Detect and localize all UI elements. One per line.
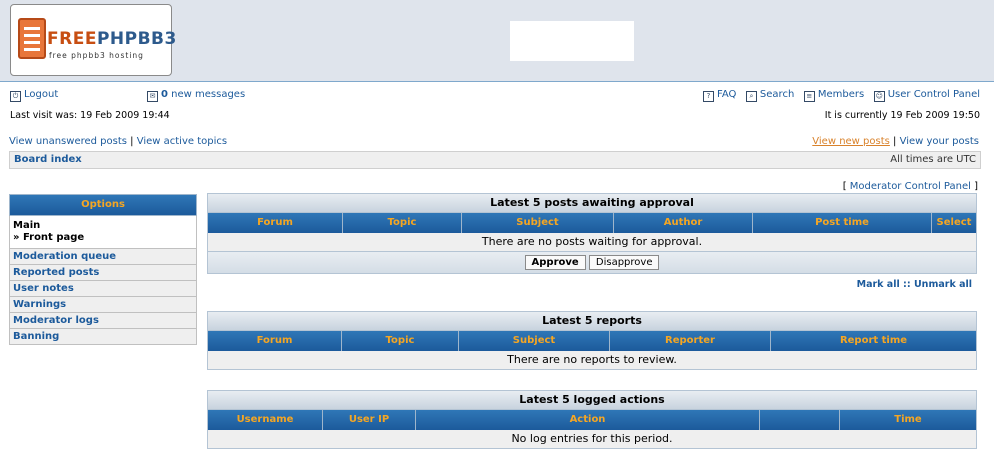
logout-icon: ⏻ [10, 91, 21, 102]
mcp-link[interactable]: Moderator Control Panel [850, 181, 971, 192]
col-time: Time [894, 414, 922, 425]
faq-link[interactable]: ? FAQ [703, 89, 736, 102]
col-user-ip: User IP [323, 410, 416, 430]
unmark-all-link[interactable]: Unmark all [914, 279, 972, 290]
your-posts-link[interactable]: View your posts [900, 136, 979, 147]
site-logo[interactable]: FREEPHPBB3 free phpbb3 hosting [10, 4, 176, 76]
reports-title: Latest 5 reports [208, 312, 976, 331]
reports-header-row: Forum Topic Subject Reporter Report time [208, 331, 976, 351]
col-action: Action [416, 410, 760, 430]
approval-empty-message: There are no posts waiting for approval. [208, 233, 976, 251]
col-topic: Topic [343, 213, 462, 233]
col-author: Author [614, 213, 753, 233]
col-forum: Forum [208, 331, 342, 351]
user-icon: ☺ [873, 91, 885, 102]
col-report-time: Report time [839, 335, 908, 346]
link-separator: | [130, 136, 134, 147]
disapprove-button[interactable]: Disapprove [588, 255, 660, 270]
mark-controls: Mark all :: Unmark all [857, 279, 972, 290]
members-icon: ≡ [803, 91, 815, 102]
current-time-text: It is currently 19 Feb 2009 19:50 [824, 110, 980, 121]
reports-empty-message: There are no reports to review. [208, 351, 976, 369]
inbox-icon: ✉ [147, 91, 158, 102]
quick-links: View unanswered posts | View active topi… [9, 136, 979, 150]
options-sidebar: Options Main » Front page Moderation que… [9, 194, 197, 345]
banner-placeholder [510, 21, 634, 61]
mark-all-link[interactable]: Mark all [857, 279, 900, 290]
breadcrumb: Board index All times are UTC [9, 151, 981, 169]
approval-title: Latest 5 posts awaiting approval [208, 194, 976, 213]
last-visit-text: Last visit was: 19 Feb 2009 19:44 [10, 110, 170, 121]
sidebar-selected: Main » Front page [9, 216, 197, 249]
mcp-link-wrap: [ Moderator Control Panel ] [843, 181, 978, 192]
members-link[interactable]: ≡ Members [803, 89, 864, 102]
col-subject: Subject [462, 213, 614, 233]
link-separator: | [893, 136, 897, 147]
unanswered-posts-link[interactable]: View unanswered posts [9, 136, 127, 147]
sidebar-main-label[interactable]: Main [13, 220, 193, 232]
sidebar-title: Options [9, 194, 197, 216]
search-icon: ⌕ [745, 91, 757, 102]
logo-tagline: free phpbb3 hosting [49, 51, 144, 60]
site-header: FREEPHPBB3 free phpbb3 hosting [0, 0, 994, 82]
visit-info: Last visit was: 19 Feb 2009 19:44 It is … [10, 110, 980, 124]
col-blank [760, 410, 840, 430]
col-post-time: Post time [753, 213, 932, 233]
approval-header-row: Forum Topic Subject Author Post time Sel… [208, 213, 976, 233]
col-reporter: Reporter [610, 331, 771, 351]
bracket-close: ] [974, 181, 978, 192]
mark-separator: :: [903, 279, 911, 290]
search-link[interactable]: ⌕ Search [745, 89, 794, 102]
col-forum: Forum [208, 213, 343, 233]
new-messages-link[interactable]: ✉ 0 new messages [147, 89, 245, 102]
new-posts-link[interactable]: View new posts [812, 136, 890, 147]
sidebar-item-moderation-queue[interactable]: Moderation queue [9, 249, 197, 265]
col-username: Username [208, 410, 323, 430]
help-icon: ? [703, 91, 714, 102]
sidebar-item-banning[interactable]: Banning [9, 329, 197, 345]
sidebar-front-page[interactable]: » Front page [13, 232, 193, 244]
reports-panel: Latest 5 reports Forum Topic Subject Rep… [207, 311, 977, 370]
bracket-open: [ [842, 181, 847, 192]
sidebar-item-moderator-logs[interactable]: Moderator logs [9, 313, 197, 329]
logs-header-row: Username User IP Action Time [208, 410, 976, 430]
col-subject: Subject [459, 331, 610, 351]
sidebar-item-warnings[interactable]: Warnings [9, 297, 197, 313]
sidebar-item-reported-posts[interactable]: Reported posts [9, 265, 197, 281]
sidebar-item-user-notes[interactable]: User notes [9, 281, 197, 297]
logo-text: FREEPHPBB3 [47, 29, 177, 49]
board-index-link[interactable]: Board index [14, 154, 82, 165]
timezone-text: All times are UTC [890, 154, 976, 165]
logs-empty-message: No log entries for this period. [208, 430, 976, 448]
logs-title: Latest 5 logged actions [208, 391, 976, 410]
document-icon [18, 18, 46, 59]
approve-button[interactable]: Approve [524, 255, 586, 270]
logs-panel: Latest 5 logged actions Username User IP… [207, 390, 977, 449]
nav-bar: ⏻ Logout ✉ 0 new messages ? FAQ ⌕ Search ≡ Me… [10, 89, 980, 103]
ucp-link[interactable]: ☺ User Control Panel [873, 89, 980, 102]
approval-actions: Approve Disapprove [208, 251, 976, 273]
logout-link[interactable]: ⏻ Logout [10, 89, 58, 102]
col-select: Select [936, 217, 972, 228]
col-topic: Topic [342, 331, 459, 351]
active-topics-link[interactable]: View active topics [137, 136, 227, 147]
approval-panel: Latest 5 posts awaiting approval Forum T… [207, 193, 977, 274]
